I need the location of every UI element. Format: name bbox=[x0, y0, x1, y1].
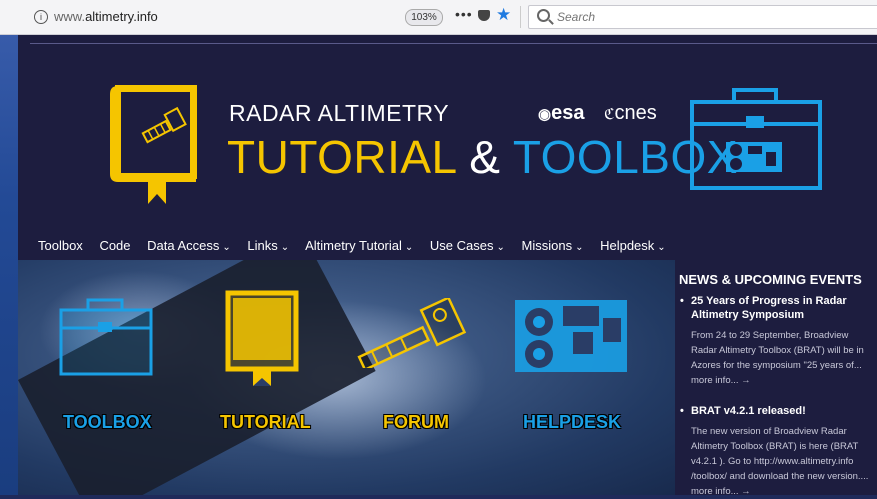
forum-satellite-icon[interactable] bbox=[348, 298, 478, 368]
pocket-icon[interactable] bbox=[478, 10, 490, 21]
news-title[interactable]: 25 Years of Progress in Radar Altimetry … bbox=[679, 294, 875, 322]
helpdesk-link-icon[interactable] bbox=[513, 298, 629, 378]
news-heading: NEWS & UPCOMING EVENTS bbox=[679, 272, 862, 287]
news-sidebar: NEWS & UPCOMING EVENTS 25 Years of Progr… bbox=[676, 260, 877, 497]
url-prefix: www. bbox=[54, 9, 86, 24]
nav-missions[interactable]: Missions ⌄ bbox=[522, 238, 584, 253]
nav-code[interactable]: Code bbox=[99, 238, 130, 253]
nav-links[interactable]: Links ⌄ bbox=[247, 238, 289, 253]
tutorial-book-icon bbox=[110, 85, 197, 204]
nav-use-cases[interactable]: Use Cases ⌄ bbox=[430, 238, 505, 253]
title-ampersand: & bbox=[455, 131, 513, 183]
search-icon bbox=[537, 9, 550, 22]
toolbox-icon bbox=[690, 88, 822, 190]
chevron-down-icon: ⌄ bbox=[657, 242, 666, 253]
nav-altimetry-tutorial[interactable]: Altimetry Tutorial ⌄ bbox=[305, 238, 413, 253]
esa-logo[interactable]: ◉esa bbox=[538, 102, 584, 125]
title-tutorial: TUTORIAL bbox=[227, 131, 456, 183]
news-title[interactable]: BRAT v4.2.1 released! bbox=[679, 404, 875, 418]
site-subtitle: RADAR ALTIMETRY bbox=[229, 100, 450, 126]
search-input[interactable] bbox=[555, 8, 859, 26]
toolbar-divider bbox=[520, 6, 521, 28]
tutorial-link[interactable]: TUTORIAL bbox=[220, 412, 311, 433]
bookmark-star-icon[interactable]: ★ bbox=[496, 5, 511, 25]
news-item: 25 Years of Progress in Radar Altimetry … bbox=[679, 294, 875, 388]
page-actions-menu-icon[interactable]: ••• bbox=[455, 6, 473, 22]
info-icon[interactable]: i bbox=[34, 10, 48, 24]
helpdesk-link[interactable]: HELPDESK bbox=[523, 412, 621, 433]
chevron-down-icon: ⌄ bbox=[575, 242, 584, 253]
toolbox-link[interactable]: TOOLBOX bbox=[63, 412, 152, 433]
nav-data-access[interactable]: Data Access ⌄ bbox=[147, 238, 231, 253]
zoom-level[interactable]: 103% bbox=[405, 9, 443, 26]
url-bar[interactable]: www.altimetry.info bbox=[54, 9, 158, 24]
url-host: altimetry.info bbox=[85, 9, 158, 24]
site-title[interactable]: TUTORIAL & TOOLBOX bbox=[227, 130, 738, 184]
chevron-down-icon: ⌄ bbox=[280, 242, 290, 253]
chevron-down-icon: ⌄ bbox=[404, 242, 414, 253]
nav-helpdesk[interactable]: Helpdesk ⌄ bbox=[600, 238, 666, 253]
tutorial-link-icon[interactable] bbox=[225, 290, 299, 388]
cnes-logo[interactable]: ℭcnes bbox=[604, 102, 657, 125]
nav-toolbox[interactable]: Toolbox bbox=[38, 238, 83, 253]
hero-banner: TOOLBOX TUTORIAL FORUM HELPDESK bbox=[18, 260, 675, 495]
news-excerpt[interactable]: From 24 to 29 September, Broadview Radar… bbox=[679, 328, 875, 388]
browser-toolbar: i www.altimetry.info 103% ••• ★ bbox=[0, 0, 877, 35]
toolbox-link-icon[interactable] bbox=[58, 298, 154, 378]
header-divider bbox=[30, 43, 877, 44]
main-nav: Toolbox Code Data Access ⌄ Links ⌄ Altimet… bbox=[38, 238, 679, 253]
news-item: BRAT v4.2.1 released! The new version of… bbox=[679, 404, 875, 499]
chevron-down-icon: ⌄ bbox=[496, 242, 505, 253]
forum-link[interactable]: FORUM bbox=[383, 412, 449, 433]
search-box[interactable] bbox=[528, 5, 877, 29]
chevron-down-icon: ⌄ bbox=[222, 242, 231, 253]
news-excerpt[interactable]: The new version of Broadview Radar Altim… bbox=[679, 424, 875, 499]
